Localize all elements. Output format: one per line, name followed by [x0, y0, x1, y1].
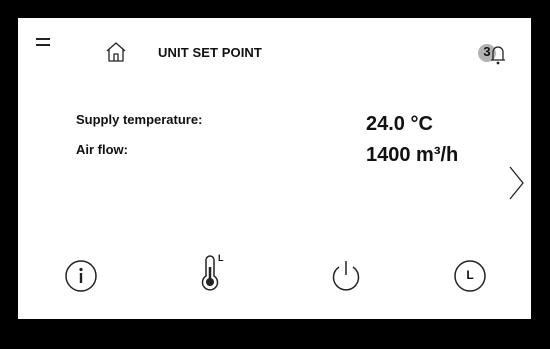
thermometer-low-icon[interactable]: L: [196, 253, 230, 291]
home-icon[interactable]: [104, 41, 128, 63]
clock-mark: L: [466, 268, 474, 282]
info-icon[interactable]: [64, 259, 98, 293]
supply-temperature-label: Supply temperature:: [76, 112, 203, 127]
notification-button[interactable]: 3: [475, 39, 509, 67]
chevron-right-icon[interactable]: [508, 165, 526, 201]
supply-temperature-value: 24.0 °C: [366, 113, 433, 135]
unit-screen: UNIT SET POINT 3 Supply temperature: 24.…: [18, 18, 531, 319]
menu-icon[interactable]: [36, 38, 50, 46]
page-title: UNIT SET POINT: [158, 45, 262, 60]
air-flow-value: 1400 m³/h: [366, 144, 459, 166]
power-icon[interactable]: [328, 258, 362, 292]
bell-icon: [478, 44, 505, 65]
notification-count-badge: 3: [483, 44, 491, 59]
clock-icon[interactable]: L: [453, 259, 487, 293]
air-flow-label: Air flow:: [76, 142, 128, 157]
thermometer-mode-mark: L: [218, 253, 224, 263]
